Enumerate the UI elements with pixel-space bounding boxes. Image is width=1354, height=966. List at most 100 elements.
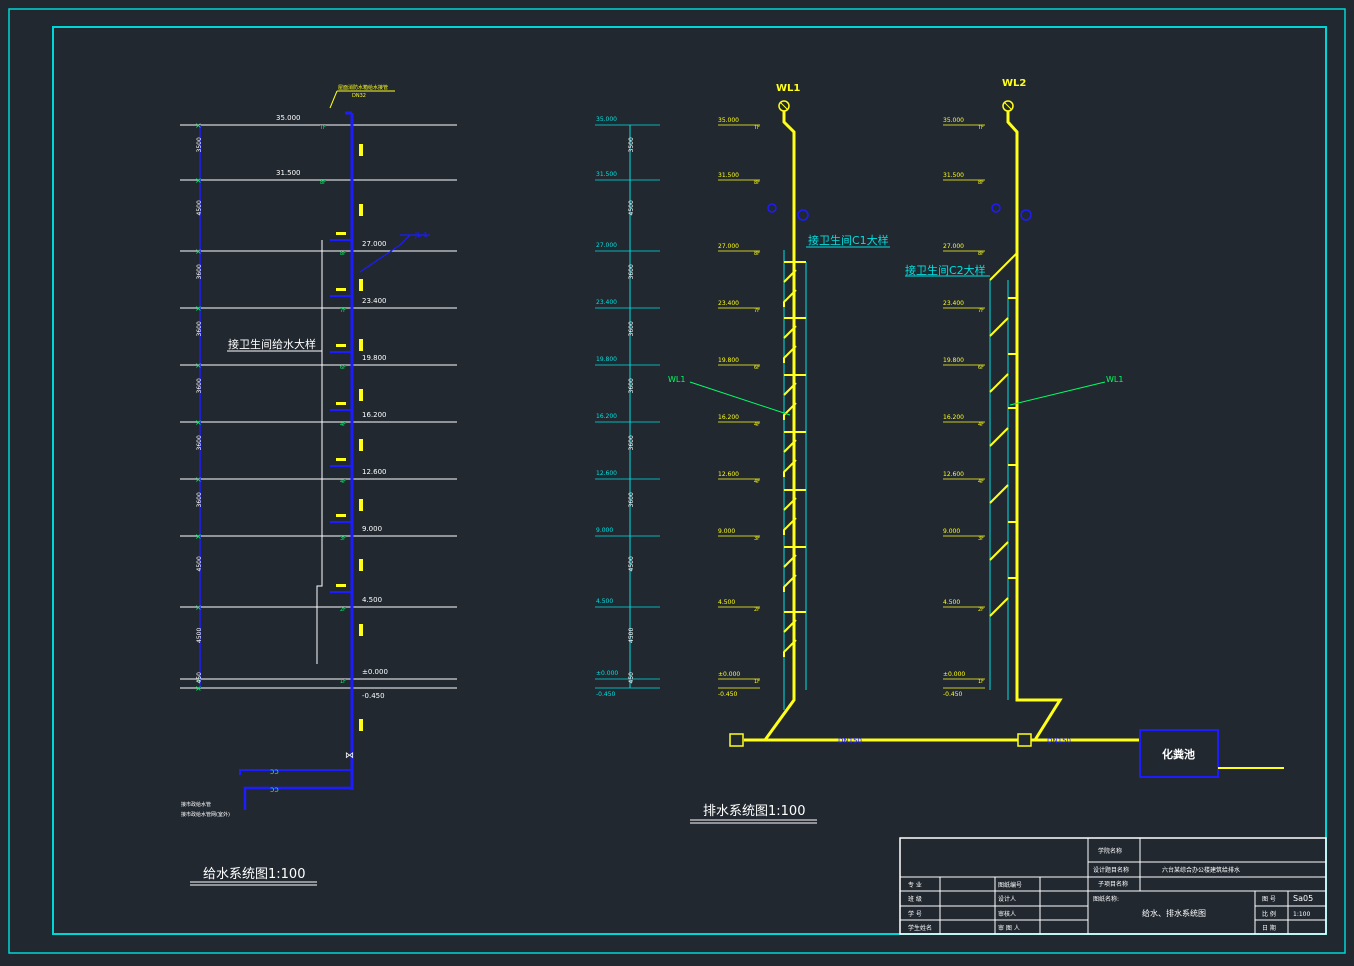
supply-top-note-sub: DN32 <box>352 93 366 99</box>
wl2-branches <box>989 252 1018 617</box>
drain-level-floor: TF <box>753 125 760 131</box>
drain-dim-elev: 19.800 <box>596 356 617 363</box>
supply-pipe-tag <box>359 144 363 156</box>
supply-detail-ref: 接卫生间给水大样 <box>228 337 316 351</box>
cad-drawing: 35.000 TF 31.500 8F 27.000 8F 23.400 7F 19.800 6F… <box>8 8 1346 954</box>
supply-level-elev: 4.500 <box>362 596 382 604</box>
drain-dim-below: -0.450 <box>596 691 616 698</box>
supply-pipe-tag <box>359 499 363 511</box>
title-block-text: 学院名称 设计题目名称 六台某综合办公楼建筑给排水 子项目名称 专 业 班 级 … <box>908 847 1313 932</box>
drain-dim-elev: 31.500 <box>596 171 617 178</box>
drain-level-elev: 12.600 <box>718 471 739 478</box>
supply-pipe-label: JL-1 <box>414 231 428 239</box>
supply-pipe-tag <box>359 624 363 636</box>
supply-dim-value: 4500 <box>196 556 203 571</box>
dim-tick: × <box>195 603 202 612</box>
supply-pipe-tag <box>359 279 363 291</box>
detail-ref-bracket <box>316 240 323 664</box>
tb-drawing-no-label: 图纸编号 <box>998 881 1022 889</box>
drain-dim-value: 4500 <box>628 556 635 571</box>
supply-level-floor: 6F <box>340 365 346 371</box>
drain-dim-elev: 4.500 <box>596 598 613 605</box>
supply-branch-tag <box>336 344 346 347</box>
supply-pipe-tag <box>359 204 363 216</box>
drain-level-floor: 6F <box>978 365 984 371</box>
tb-project-name-label: 学院名称 <box>1098 847 1122 855</box>
tb-sub-label: 子项目名称 <box>1098 880 1128 888</box>
supply-level-elev: 9.000 <box>362 525 382 533</box>
tb-drawing-name: 给水、排水系统图 <box>1142 908 1206 918</box>
drain-level-floor: 6F <box>754 365 760 371</box>
drain-dim-elev: 9.000 <box>596 527 613 534</box>
drain-level-elev: 9.000 <box>718 528 735 535</box>
dim-tick: × <box>195 475 202 484</box>
wl1-vent-icon <box>797 209 809 221</box>
drain-dim-elev: 27.000 <box>596 242 617 249</box>
drain-level-floor: TF <box>977 125 984 131</box>
supply-top-note: 屋面消防水箱给水接管 <box>338 84 388 91</box>
drain-dim-value: 3600 <box>628 435 635 450</box>
supply-pipe-tag <box>359 339 363 351</box>
drain-level-floor: 2F <box>978 607 984 613</box>
drain-level-elev: 31.500 <box>943 172 964 179</box>
drain-level-below: -0.450 <box>943 691 963 698</box>
jl-leader <box>359 244 401 273</box>
drain-level-floor: 8F <box>754 180 760 186</box>
drain-dim-elev: ±0.000 <box>596 670 618 677</box>
supply-branch-tag <box>336 232 346 235</box>
drain-level-elev: 4.500 <box>718 599 735 606</box>
drain-level-floor: 8F <box>978 251 984 257</box>
drain-level-floor: 4F <box>978 479 984 485</box>
wl2-cleanout-icon <box>991 203 1001 213</box>
wl1-callout: WL1 <box>668 375 685 384</box>
supply-caption: 给水系统图1:100 <box>203 867 305 882</box>
supply-pipe-tag <box>359 559 363 571</box>
supply-level-elev: 19.800 <box>362 354 387 362</box>
supply-level-elev: 31.500 <box>276 169 301 177</box>
wl2-fixture-branch <box>989 317 1009 337</box>
tb-drawing-name-label: 图纸名称: <box>1093 895 1119 903</box>
drain-level-elev: 35.000 <box>718 117 739 124</box>
main-pipe-size: DN150 <box>838 737 862 745</box>
tb-major-label: 专 业 <box>908 881 922 889</box>
drain-level-elev: 4.500 <box>943 599 960 606</box>
supply-inlet-pipe-2 <box>239 769 352 775</box>
tb-sheet-value: Sa05 <box>1293 894 1313 903</box>
drain-dim-value: 450 <box>628 672 635 684</box>
supply-level-floor: 1F <box>340 679 346 685</box>
drain-level-floor: 7F <box>978 308 984 314</box>
wl2-callout: WL1 <box>1106 375 1123 384</box>
supply-dim-value: 450 <box>196 672 203 684</box>
supply-level-floor: 8F <box>320 180 326 186</box>
supply-level-floor: 7F <box>340 308 346 314</box>
wl2-inspection-well-icon <box>1017 733 1032 747</box>
inlet-break-mark-2: ɔɔ <box>270 785 279 794</box>
supply-dim-value: 3600 <box>196 321 203 336</box>
wl2-fixture-branch <box>989 252 1018 281</box>
supply-dim-value: 3600 <box>196 378 203 393</box>
dim-tick: × <box>195 532 202 541</box>
tb-project-value: 六台某综合办公楼建筑给排水 <box>1162 866 1240 874</box>
tb-class-label: 班 级 <box>908 895 922 903</box>
drain-level-elev: 12.600 <box>943 471 964 478</box>
top-note-leader <box>329 90 338 109</box>
wl2-stack-label: WL2 <box>1002 78 1026 89</box>
wl2-stack-pipe <box>1006 111 1063 741</box>
supply-pipe-tag <box>359 389 363 401</box>
drain-level-elev: 19.800 <box>943 357 964 364</box>
drain-level-elev: ±0.000 <box>943 671 965 678</box>
supply-level-floor: 8F <box>340 251 346 257</box>
drainage-caption: 排水系统图1:100 <box>703 804 805 819</box>
supply-level-elev: ±0.000 <box>362 668 388 676</box>
wl2-vent-cap-mark <box>1003 101 1013 111</box>
supply-level-floor: 4F <box>340 479 346 485</box>
drain-detail-c2: 接卫生间C2大样 <box>905 263 986 277</box>
wl1-callout-leader <box>689 381 791 416</box>
supply-branch-tag <box>336 288 346 291</box>
tb-designer-label: 设计人 <box>998 895 1016 903</box>
inlet-break-mark-1: ɔɔ <box>270 767 279 776</box>
drain-level-elev: 16.200 <box>718 414 739 421</box>
drain-level-floor: 1F <box>978 679 984 685</box>
drain-level-elev: 27.000 <box>718 243 739 250</box>
supply-pipe-tag <box>359 439 363 451</box>
